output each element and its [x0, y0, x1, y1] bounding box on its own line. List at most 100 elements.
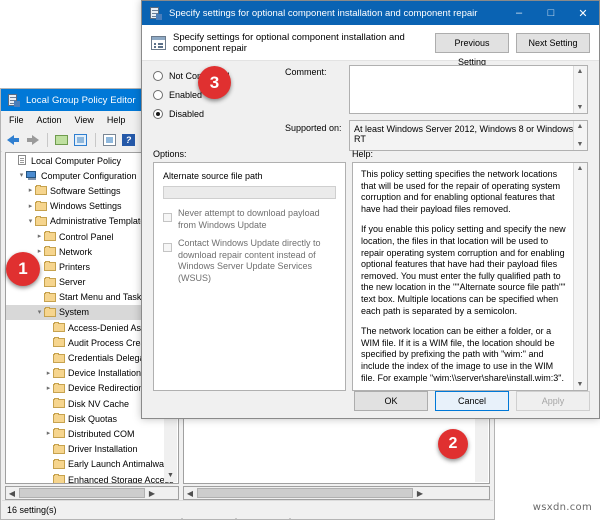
- tree-item-label: Local Computer Policy: [31, 156, 121, 166]
- checkbox-never-download-payload-box: [163, 213, 172, 222]
- comment-scroll-down-icon[interactable]: ▼: [574, 102, 586, 113]
- chevron-down-icon[interactable]: [26, 217, 35, 226]
- tree-item-label: Windows Settings: [50, 201, 122, 211]
- next-setting-button[interactable]: Next Setting: [516, 33, 590, 53]
- folder-icon: [53, 323, 65, 332]
- radio-disabled-label: Disabled: [169, 109, 204, 119]
- help-scroll-up-icon[interactable]: ▲: [574, 163, 586, 174]
- gpe-title: Local Group Policy Editor: [26, 95, 136, 106]
- help-scrollbar[interactable]: ▲ ▼: [573, 163, 587, 390]
- tree-scroll-right-icon[interactable]: ▶: [146, 489, 158, 498]
- folder-icon: [53, 338, 65, 347]
- dialog-title: Specify settings for optional component …: [169, 8, 477, 19]
- chevron-right-icon[interactable]: [26, 186, 35, 195]
- radio-not-configured-indicator: [153, 71, 163, 81]
- help-icon[interactable]: ?: [121, 132, 137, 148]
- list-scroll-right-icon[interactable]: ▶: [414, 489, 426, 498]
- policy-icon: [17, 155, 28, 166]
- chevron-right-icon[interactable]: [35, 232, 44, 241]
- tree-item-enhanced-storage-access[interactable]: Enhanced Storage Access: [6, 472, 178, 484]
- watermark: wsxdn.com: [533, 502, 592, 513]
- tree-item-distributed-com[interactable]: Distributed COM: [6, 426, 178, 441]
- chevron-right-icon[interactable]: [44, 384, 53, 393]
- tree-item-label: Control Panel: [59, 232, 114, 242]
- comment-scrollbar[interactable]: ▲ ▼: [573, 66, 587, 113]
- folder-icon: [53, 445, 65, 454]
- checkbox-never-download-payload[interactable]: Never attempt to download payload from W…: [163, 208, 336, 231]
- supported-on-value: At least Windows Server 2012, Windows 8 …: [354, 124, 573, 144]
- tree-item-driver-installation[interactable]: Driver Installation: [6, 442, 178, 457]
- list-horizontal-scrollbar[interactable]: ◀ ▶: [183, 486, 490, 500]
- tree-item-label: Device Redirection: [68, 383, 144, 393]
- ok-button[interactable]: OK: [354, 391, 428, 411]
- tree-horizontal-scrollbar[interactable]: ◀ ▶: [5, 486, 179, 500]
- chevron-right-icon[interactable]: [26, 202, 35, 211]
- tree-scroll-down-icon[interactable]: ▼: [164, 470, 177, 482]
- list-scroll-left-icon[interactable]: ◀: [184, 489, 196, 498]
- window-controls: – □ ✕: [503, 1, 599, 25]
- comment-scroll-up-icon[interactable]: ▲: [574, 66, 586, 77]
- forward-arrow-icon[interactable]: [25, 132, 41, 148]
- dialog-title-bar: Specify settings for optional component …: [142, 1, 599, 25]
- help-paragraph: If you enable this policy setting and sp…: [361, 224, 567, 317]
- previous-setting-button[interactable]: Previous Setting: [435, 33, 509, 53]
- folder-icon: [53, 475, 65, 484]
- tree-item-label: Driver Installation: [68, 444, 138, 454]
- radio-enabled-indicator: [153, 90, 163, 100]
- chevron-down-icon[interactable]: [17, 171, 26, 180]
- list-hscroll-thumb[interactable]: [197, 488, 413, 498]
- tree-item-label: Server: [59, 277, 86, 287]
- tree-item-early-launch-antimalware[interactable]: Early Launch Antimalware: [6, 457, 178, 472]
- policy-setting-icon: [149, 7, 162, 20]
- supported-scroll-up-icon[interactable]: ▲: [574, 121, 586, 132]
- toolbar-separator: [95, 133, 96, 147]
- folder-icon: [44, 232, 56, 241]
- tree-item-label: Early Launch Antimalware: [68, 459, 172, 469]
- checkbox-contact-windows-update[interactable]: Contact Windows Update directly to downl…: [163, 238, 336, 284]
- radio-disabled-indicator: [153, 109, 163, 119]
- comment-textarea[interactable]: ▲ ▼: [349, 65, 588, 114]
- checkbox-contact-windows-update-box: [163, 243, 172, 252]
- menu-file[interactable]: File: [9, 115, 24, 125]
- checkbox-contact-windows-update-label: Contact Windows Update directly to downl…: [178, 238, 336, 284]
- supported-on-scrollbar[interactable]: ▲ ▼: [573, 121, 587, 150]
- export-list-icon[interactable]: [102, 132, 118, 148]
- computer-icon: [26, 171, 38, 181]
- chevron-right-icon[interactable]: [44, 369, 53, 378]
- folder-icon: [44, 278, 56, 287]
- folder-icon: [53, 369, 65, 378]
- menu-view[interactable]: View: [75, 115, 94, 125]
- tree-item-label: Software Settings: [50, 186, 121, 196]
- close-icon[interactable]: ✕: [567, 1, 599, 25]
- policy-setting-dialog: Specify settings for optional component …: [141, 0, 600, 419]
- tree-hscroll-thumb[interactable]: [19, 488, 145, 498]
- chevron-down-icon[interactable]: [35, 308, 44, 317]
- menu-help[interactable]: Help: [107, 115, 126, 125]
- chevron-right-icon[interactable]: [35, 247, 44, 256]
- menu-action[interactable]: Action: [37, 115, 62, 125]
- help-scroll-down-icon[interactable]: ▼: [574, 379, 586, 390]
- cancel-button[interactable]: Cancel: [435, 391, 509, 411]
- dialog-button-row: OK Cancel Apply: [354, 391, 590, 411]
- supported-on-field: At least Windows Server 2012, Windows 8 …: [349, 120, 588, 151]
- show-hide-tree-icon[interactable]: [73, 132, 89, 148]
- dialog-header: Specify settings for optional component …: [142, 25, 599, 61]
- back-arrow-icon[interactable]: [6, 132, 22, 148]
- dialog-header-title: Specify settings for optional component …: [173, 32, 435, 54]
- tree-item-label: Distributed COM: [68, 429, 135, 439]
- up-folder-icon[interactable]: [54, 132, 70, 148]
- policy-document-icon: [151, 36, 166, 50]
- radio-disabled[interactable]: Disabled: [153, 104, 273, 123]
- help-label: Help:: [352, 149, 373, 159]
- options-pane: Alternate source file path Never attempt…: [153, 162, 346, 391]
- minimize-icon[interactable]: –: [503, 1, 535, 25]
- supported-scroll-down-icon[interactable]: ▼: [574, 139, 586, 150]
- maximize-icon[interactable]: □: [535, 1, 567, 25]
- tree-item-label: System: [59, 307, 89, 317]
- apply-button[interactable]: Apply: [516, 391, 590, 411]
- alternate-source-path-input[interactable]: [163, 186, 336, 199]
- folder-icon: [44, 293, 56, 302]
- folder-icon: [53, 384, 65, 393]
- tree-scroll-left-icon[interactable]: ◀: [6, 489, 18, 498]
- chevron-right-icon[interactable]: [44, 429, 53, 438]
